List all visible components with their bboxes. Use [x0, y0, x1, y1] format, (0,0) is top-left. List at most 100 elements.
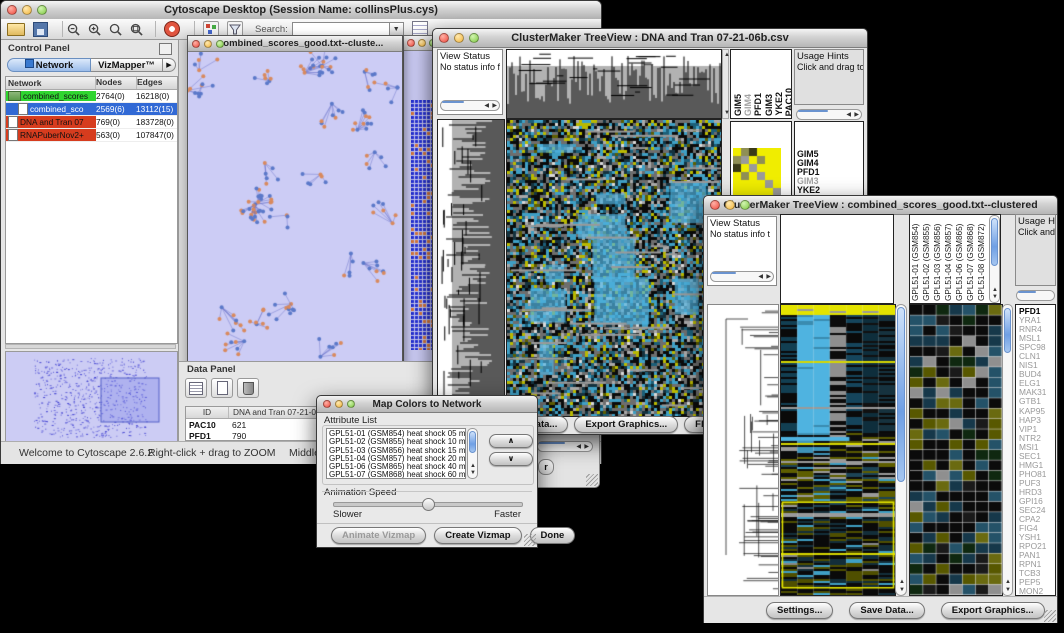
gene-label[interactable]: PUF3: [1019, 479, 1055, 488]
column-label[interactable]: GPL51-06 (GSM865): [955, 215, 964, 301]
trash-icon[interactable]: [237, 378, 259, 398]
tv1-detail-matrix[interactable]: [733, 148, 781, 196]
gene-label[interactable]: ELG1: [1019, 379, 1055, 388]
attribute-list-scrollbar[interactable]: ▲ ▼: [467, 428, 478, 479]
network-table-row[interactable]: DNA and Tran 07769(0)183728(0): [6, 116, 177, 129]
column-label[interactable]: GIM5: [733, 94, 743, 116]
data-col-id[interactable]: ID: [186, 407, 229, 418]
attribute-list-item[interactable]: GPL51-07 (GSM868) heat shock 60 min: [329, 471, 465, 479]
column-label[interactable]: PFD1: [753, 93, 763, 116]
resize-grip[interactable]: [524, 534, 536, 546]
minimize-button[interactable]: [335, 400, 343, 408]
tv1-heatmap[interactable]: [506, 119, 722, 417]
gene-label[interactable]: HMG1: [1019, 461, 1055, 470]
animate-vizmap-button[interactable]: Animate Vizmap: [331, 527, 426, 544]
tab-overflow-button[interactable]: ▶: [163, 58, 176, 72]
close-button[interactable]: [439, 33, 449, 43]
column-label[interactable]: GPL51-02 (GSM855): [922, 215, 931, 301]
col-header-nodes[interactable]: Nodes: [96, 77, 137, 89]
gene-label[interactable]: SEC1: [1019, 452, 1055, 461]
network-table-row[interactable]: combined_sco2569(6)13112(15): [6, 103, 177, 116]
tv2-column-dendrogram-area[interactable]: [780, 214, 894, 304]
column-label[interactable]: GPL51-04 (GSM857): [944, 215, 953, 301]
gene-label[interactable]: GTB1: [1019, 397, 1055, 406]
save-data-button[interactable]: Save Data...: [849, 602, 924, 619]
gene-label[interactable]: SPC98: [1019, 343, 1055, 352]
network-table-row[interactable]: RNAPuberNov2+563(0)107847(0): [6, 129, 177, 142]
close-button[interactable]: [323, 400, 331, 408]
column-label[interactable]: GPL51-01 (GSM854): [911, 215, 920, 301]
slider-thumb[interactable]: [422, 498, 435, 511]
fragment-button[interactable]: r: [538, 459, 554, 475]
treeview1-title-bar[interactable]: ClusterMaker TreeView : DNA and Tran 07-…: [433, 29, 867, 48]
tv2-row-dendrogram[interactable]: [707, 304, 779, 596]
create-vizmap-button[interactable]: Create Vizmap: [434, 527, 521, 544]
network-overview-panel[interactable]: [5, 351, 178, 448]
attribute-list-item[interactable]: GPL51-04 (GSM857) heat shock 20 min: [329, 455, 465, 463]
gene-label[interactable]: CPA2: [1019, 515, 1055, 524]
new-document-icon[interactable]: [211, 378, 233, 398]
gene-label[interactable]: MSI1: [1019, 443, 1055, 452]
tv2-heatmap[interactable]: [780, 304, 896, 596]
gene-label[interactable]: GPI16: [1019, 497, 1055, 506]
tv2-heatmap-vscrollbar[interactable]: ▲ ▼: [895, 304, 907, 596]
dialog-title-bar[interactable]: Map Colors to Network: [317, 396, 537, 413]
done-button[interactable]: Done: [530, 527, 576, 544]
main-title-bar[interactable]: Cytoscape Desktop (Session Name: collins…: [1, 1, 601, 20]
gene-label[interactable]: PHO81: [1019, 470, 1055, 479]
gene-label[interactable]: RNR4: [1019, 325, 1055, 334]
network-canvas[interactable]: [188, 52, 400, 369]
attribute-list-item[interactable]: GPL51-02 (GSM855) heat shock 10 min: [329, 438, 465, 446]
table-icon[interactable]: [185, 378, 207, 398]
tv2-detail-heatmap[interactable]: [909, 304, 1003, 596]
fragment-hscrollbar[interactable]: ◀ ▶: [537, 441, 593, 452]
column-label[interactable]: GIM3: [764, 94, 774, 116]
tv1-column-dendrogram[interactable]: [506, 49, 722, 119]
close-button[interactable]: [7, 5, 17, 15]
animation-speed-slider[interactable]: [333, 502, 523, 507]
gene-label[interactable]: MSL1: [1019, 334, 1055, 343]
gene-label[interactable]: CLN1: [1019, 352, 1055, 361]
minimize-button[interactable]: [204, 40, 212, 48]
gene-label[interactable]: MAK31: [1019, 388, 1055, 397]
network-overview-canvas[interactable]: [6, 352, 175, 445]
attribute-list-item[interactable]: GPL51-01 (GSM854) heat shock 05 min: [329, 430, 465, 438]
column-label[interactable]: GPL51-03 (GSM856): [933, 215, 942, 301]
help-lifesaver-icon[interactable]: [164, 21, 180, 37]
zoom-button[interactable]: [740, 200, 750, 210]
export-graphics-button[interactable]: Export Graphics...: [941, 602, 1045, 619]
tab-vizmapper[interactable]: VizMapper™: [91, 58, 163, 72]
minimize-button[interactable]: [418, 39, 426, 47]
gene-label[interactable]: VIP1: [1019, 425, 1055, 434]
gene-label[interactable]: HAP3: [1019, 416, 1055, 425]
resize-grip[interactable]: [1044, 610, 1056, 622]
gene-label[interactable]: HRD3: [1019, 488, 1055, 497]
tab-network[interactable]: Network: [7, 58, 91, 72]
save-icon[interactable]: [33, 22, 48, 37]
col-header-edges[interactable]: Edges: [137, 77, 177, 89]
column-label[interactable]: GPL51-08 (GSM872): [977, 215, 986, 301]
treeview2-title-bar[interactable]: ClusterMaker TreeView : combined_scores_…: [704, 196, 1057, 215]
zoom-selected-icon[interactable]: [109, 23, 122, 36]
open-folder-icon[interactable]: [7, 23, 25, 36]
gene-label[interactable]: YRA1: [1019, 316, 1055, 325]
gene-label[interactable]: TCB3: [1019, 569, 1055, 578]
float-panel-icon[interactable]: [159, 43, 172, 55]
zoom-button[interactable]: [347, 400, 355, 408]
gene-label[interactable]: BUD4: [1019, 370, 1055, 379]
column-label[interactable]: GIM4: [743, 94, 753, 116]
settings-button[interactable]: Settings...: [766, 602, 833, 619]
tv1-status-scrollbar[interactable]: ◀ ▶: [440, 100, 500, 111]
zoom-fit-icon[interactable]: [130, 23, 143, 36]
gene-label[interactable]: RPN1: [1019, 560, 1055, 569]
column-label[interactable]: YKE2: [774, 92, 784, 116]
gene-label[interactable]: MON2: [1019, 587, 1055, 596]
resize-grip[interactable]: [586, 474, 598, 486]
col-header-network[interactable]: Network: [6, 77, 96, 89]
minimize-button[interactable]: [22, 5, 32, 15]
close-button[interactable]: [407, 39, 415, 47]
zoom-out-icon[interactable]: [67, 23, 80, 36]
tv1-thin-vscroll[interactable]: ▲▼: [722, 49, 729, 119]
network-table-row[interactable]: combined_scores2764(0)16218(0): [6, 90, 177, 103]
gene-label[interactable]: FIG4: [1019, 524, 1055, 533]
